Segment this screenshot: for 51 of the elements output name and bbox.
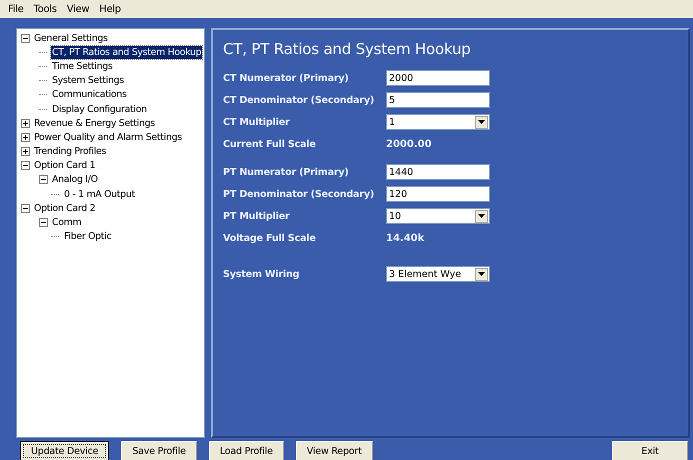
collapse-icon[interactable] <box>39 218 48 228</box>
field-label: CT Multiplier <box>223 116 291 128</box>
tree-item[interactable]: Option Card 2 <box>33 202 96 215</box>
tree-item[interactable]: Revenue & Energy Settings <box>33 116 156 130</box>
field-label: Current Full Scale <box>223 138 317 150</box>
dropdown[interactable]: 3 Element Wye <box>386 266 490 282</box>
tree-item[interactable]: Fiber Optic <box>63 230 112 244</box>
toolbar-button[interactable]: Save Profile <box>121 441 197 460</box>
field-label: PT Numerator (Primary) <box>223 166 350 178</box>
dropdown[interactable]: 1 <box>386 114 490 130</box>
collapse-icon[interactable] <box>21 204 30 213</box>
field-label: CT Numerator (Primary) <box>223 72 350 84</box>
field-label: CT Denominator (Secondary) <box>223 94 376 106</box>
expand-icon[interactable] <box>21 118 30 128</box>
tree-item[interactable]: Comm <box>51 216 82 230</box>
input-field[interactable]: 2000 <box>386 70 490 86</box>
input-field[interactable]: 120 <box>386 186 490 202</box>
field-label: PT Denominator (Secondary) <box>223 188 376 200</box>
menu-item[interactable]: Tools <box>30 4 61 14</box>
tree-item[interactable]: Analog I/O <box>51 173 99 186</box>
tree-item[interactable]: Power Quality and Alarm Settings <box>33 130 183 144</box>
toolbar-button[interactable]: View Report <box>296 441 373 460</box>
collapse-icon[interactable] <box>21 34 30 43</box>
collapse-icon[interactable] <box>39 175 48 184</box>
tree-item[interactable]: General Settings <box>33 32 109 45</box>
tree-item[interactable]: Option Card 1 <box>33 159 96 172</box>
expand-icon[interactable] <box>21 147 30 156</box>
panel-title: CT, PT Ratios and System Hookup <box>223 40 472 58</box>
toolbar-button[interactable]: Update Device <box>20 441 110 460</box>
input-field[interactable]: 1440 <box>386 164 490 180</box>
field-label: Voltage Full Scale <box>223 232 317 244</box>
field-label: System Wiring <box>223 268 300 280</box>
tree-item[interactable]: Display Configuration <box>51 102 148 116</box>
readout-value: 14.40k <box>386 232 424 244</box>
menu-item[interactable]: View <box>62 4 94 14</box>
expand-icon[interactable] <box>21 132 30 142</box>
tree-item[interactable]: CT, PT Ratios and System Hookup <box>51 46 202 59</box>
tree-item[interactable]: Time Settings <box>51 60 114 73</box>
exit-button[interactable]: Exit <box>612 441 688 460</box>
tree-item[interactable]: Trending Profiles <box>33 145 108 158</box>
readout-value: 2000.00 <box>386 138 432 150</box>
dropdown[interactable]: 10 <box>386 208 490 224</box>
collapse-icon[interactable] <box>21 161 30 170</box>
field-label: PT Multiplier <box>223 210 291 222</box>
tree-item[interactable]: System Settings <box>51 74 125 88</box>
menu-item[interactable]: Help <box>95 4 125 14</box>
input-field[interactable]: 5 <box>386 92 490 108</box>
menu-item[interactable]: File <box>4 4 28 14</box>
toolbar-button[interactable]: Load Profile <box>208 441 284 460</box>
tree-item[interactable]: Communications <box>51 88 128 102</box>
tree-item[interactable]: 0 - 1 mA Output <box>63 188 136 201</box>
